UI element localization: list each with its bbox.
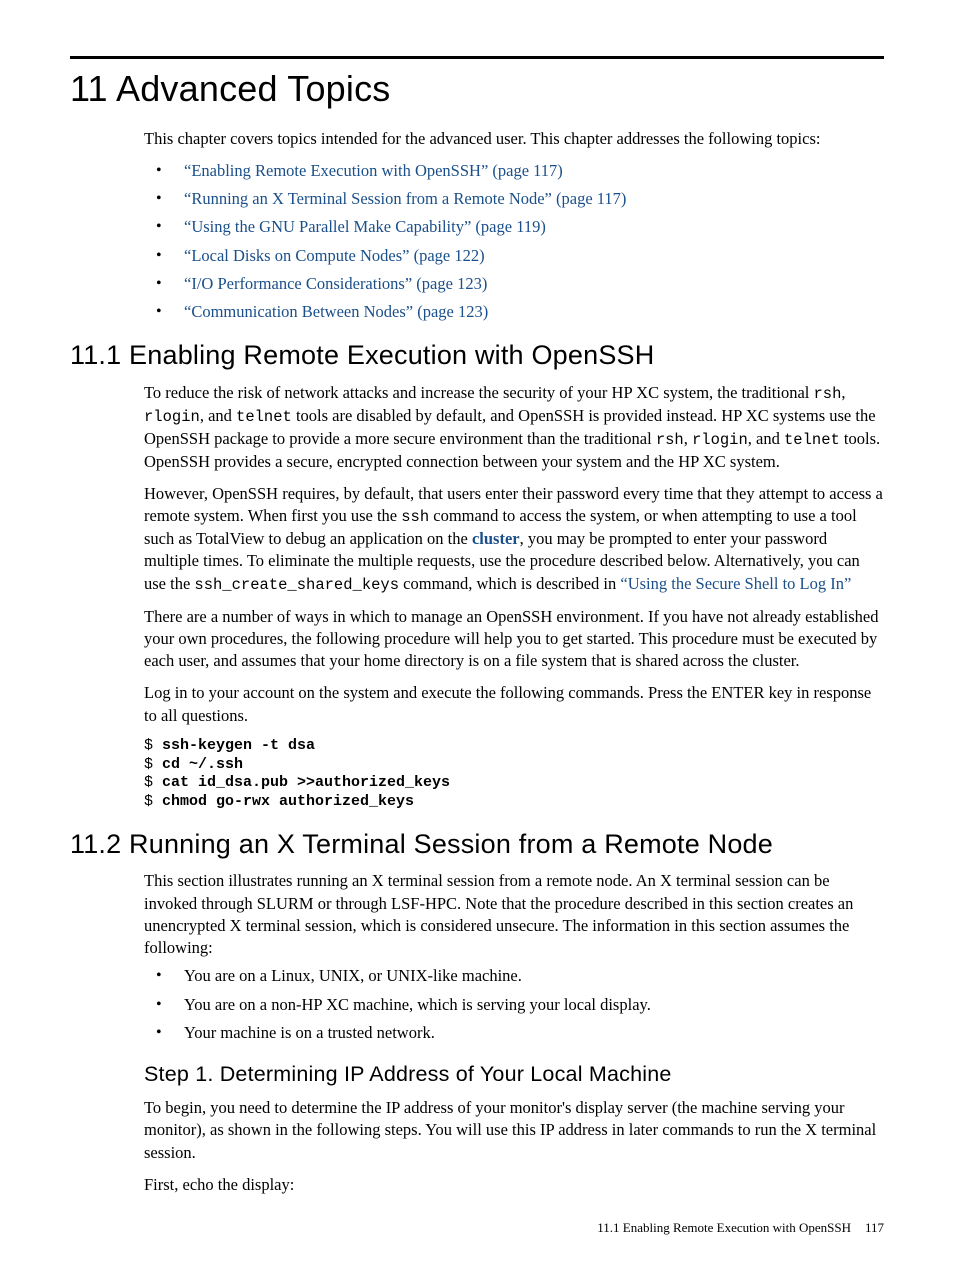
list-text: You are on a non-HP XC machine, which is…: [184, 995, 651, 1014]
section-11-1-title: 11.1 Enabling Remote Execution with Open…: [70, 337, 884, 373]
toc-link[interactable]: “I/O Performance Considerations” (page 1…: [184, 274, 487, 293]
code-inline: rlogin: [144, 408, 200, 426]
toc-link[interactable]: “Running an X Terminal Session from a Re…: [184, 189, 626, 208]
list-text: You are on a Linux, UNIX, or UNIX-like m…: [184, 966, 522, 985]
command: chmod go-rwx authorized_keys: [162, 793, 414, 810]
s111-p2: However, OpenSSH requires, by default, t…: [144, 483, 884, 596]
list-item: You are on a Linux, UNIX, or UNIX-like m…: [144, 965, 884, 987]
toc-item: “Running an X Terminal Session from a Re…: [144, 188, 884, 210]
toc-item: “Local Disks on Compute Nodes” (page 122…: [144, 245, 884, 267]
code-inline: ssh_create_shared_keys: [194, 576, 399, 594]
code-inline: ssh: [401, 508, 429, 526]
toc-list: “Enabling Remote Execution with OpenSSH”…: [144, 160, 884, 324]
s111-p3: There are a number of ways in which to m…: [144, 606, 884, 673]
toc-item: “Enabling Remote Execution with OpenSSH”…: [144, 160, 884, 182]
prompt: $: [144, 756, 162, 773]
cross-ref-link[interactable]: “Using the Secure Shell to Log In”: [620, 574, 851, 593]
list-item: Your machine is on a trusted network.: [144, 1022, 884, 1044]
top-rule: [70, 56, 884, 59]
text: , and: [200, 406, 236, 425]
section-11-2-title: 11.2 Running an X Terminal Session from …: [70, 826, 884, 862]
text: ,: [841, 383, 845, 402]
text: , and: [748, 429, 784, 448]
toc-link[interactable]: “Using the GNU Parallel Make Capability”…: [184, 217, 546, 236]
glossary-link-cluster[interactable]: cluster: [472, 529, 520, 548]
list-text: Your machine is on a trusted network.: [184, 1023, 435, 1042]
toc-item: “Using the GNU Parallel Make Capability”…: [144, 216, 884, 238]
code-inline: telnet: [236, 408, 292, 426]
prompt: $: [144, 737, 162, 754]
section-11-2-body: This section illustrates running an X te…: [144, 870, 884, 1196]
s111-p4: Log in to your account on the system and…: [144, 682, 884, 727]
code-inline: rsh: [656, 431, 684, 449]
chapter-intro-block: This chapter covers topics intended for …: [144, 128, 884, 324]
toc-item: “I/O Performance Considerations” (page 1…: [144, 273, 884, 295]
chapter-title: 11 Advanced Topics: [70, 65, 884, 114]
code-inline: rlogin: [692, 431, 748, 449]
text: ,: [684, 429, 692, 448]
step1-p2: First, echo the display:: [144, 1174, 884, 1196]
assumptions-list: You are on a Linux, UNIX, or UNIX-like m…: [144, 965, 884, 1044]
intro-paragraph: This chapter covers topics intended for …: [144, 128, 884, 150]
text: To reduce the risk of network attacks an…: [144, 383, 814, 402]
page: 11 Advanced Topics This chapter covers t…: [0, 0, 954, 1271]
code-inline: rsh: [814, 385, 842, 403]
list-item: You are on a non-HP XC machine, which is…: [144, 994, 884, 1016]
toc-link[interactable]: “Local Disks on Compute Nodes” (page 122…: [184, 246, 485, 265]
prompt: $: [144, 793, 162, 810]
toc-link[interactable]: “Communication Between Nodes” (page 123): [184, 302, 488, 321]
footer-section: 11.1 Enabling Remote Execution with Open…: [597, 1220, 851, 1235]
page-footer: 11.1 Enabling Remote Execution with Open…: [597, 1219, 884, 1237]
text: command, which is described in: [399, 574, 620, 593]
s111-p1: To reduce the risk of network attacks an…: [144, 382, 884, 473]
toc-link[interactable]: “Enabling Remote Execution with OpenSSH”…: [184, 161, 563, 180]
section-11-1-body: To reduce the risk of network attacks an…: [144, 382, 884, 812]
code-inline: telnet: [784, 431, 840, 449]
code-block: $ ssh-keygen -t dsa $ cd ~/.ssh $ cat id…: [144, 737, 884, 812]
page-number: 117: [865, 1220, 884, 1235]
command: cd ~/.ssh: [162, 756, 243, 773]
command: ssh-keygen -t dsa: [162, 737, 315, 754]
toc-item: “Communication Between Nodes” (page 123): [144, 301, 884, 323]
command: cat id_dsa.pub >>authorized_keys: [162, 774, 450, 791]
prompt: $: [144, 774, 162, 791]
s112-p1: This section illustrates running an X te…: [144, 870, 884, 959]
step-1-title: Step 1. Determining IP Address of Your L…: [144, 1060, 884, 1089]
step1-p1: To begin, you need to determine the IP a…: [144, 1097, 884, 1164]
